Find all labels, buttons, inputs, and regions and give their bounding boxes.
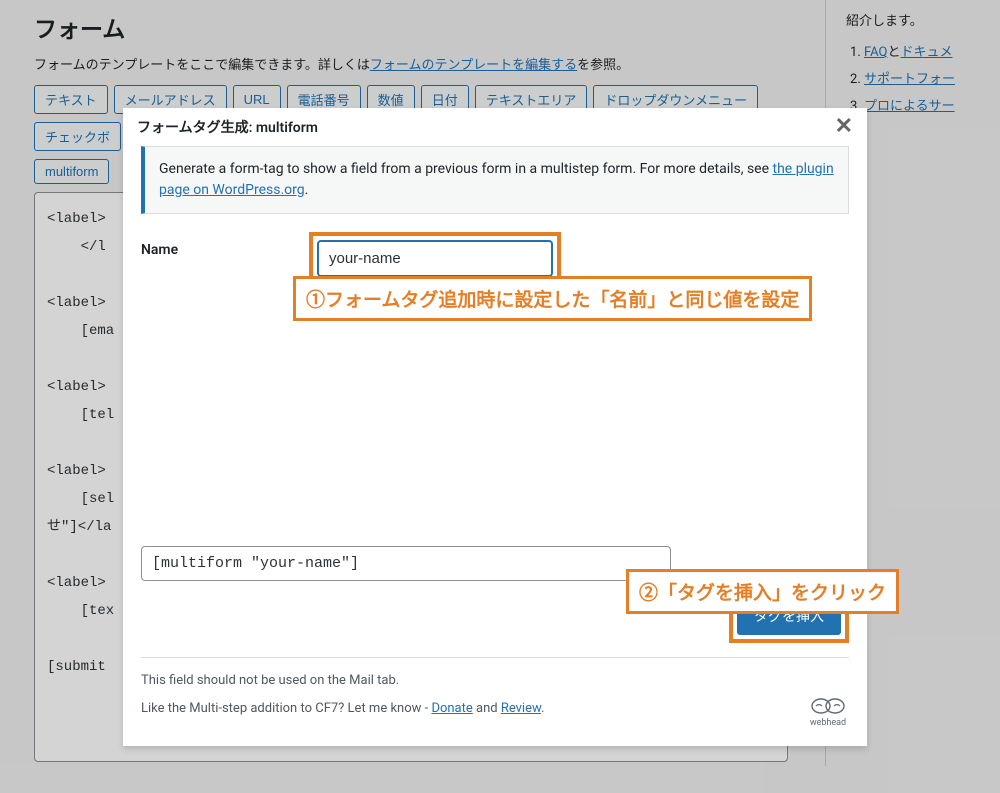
like-note: Like the Multi-step addition to CF7? Let… <box>141 700 544 718</box>
result-input[interactable] <box>141 546 671 581</box>
close-icon[interactable]: ✕ <box>835 116 853 138</box>
webhead-text: webhead <box>807 718 849 728</box>
name-input[interactable] <box>317 240 553 277</box>
modal-formtag: フォームタグ生成: multiform ✕ Generate a form-ta… <box>123 108 867 746</box>
modal-title: フォームタグ生成: multiform <box>137 117 318 137</box>
webhead-logo: webhead <box>807 697 849 728</box>
callout-1: ①フォームタグ追加時に設定した「名前」と同じ値を設定 <box>293 276 812 321</box>
info-box: Generate a form-tag to show a field from… <box>141 146 849 214</box>
mail-note: This field should not be used on the Mai… <box>141 672 544 690</box>
like-prefix: Like the Multi-step addition to CF7? Let… <box>141 701 431 716</box>
and-text: and <box>473 701 501 716</box>
info-suffix: . <box>305 182 309 198</box>
review-link[interactable]: Review <box>501 701 541 716</box>
info-prefix: Generate a form-tag to show a field from… <box>159 161 773 177</box>
callout-2: ②「タグを挿入」をクリック <box>626 569 899 614</box>
period: . <box>541 701 544 716</box>
name-label: Name <box>141 232 309 258</box>
brain-icon <box>809 697 847 715</box>
donate-link[interactable]: Donate <box>431 701 472 716</box>
